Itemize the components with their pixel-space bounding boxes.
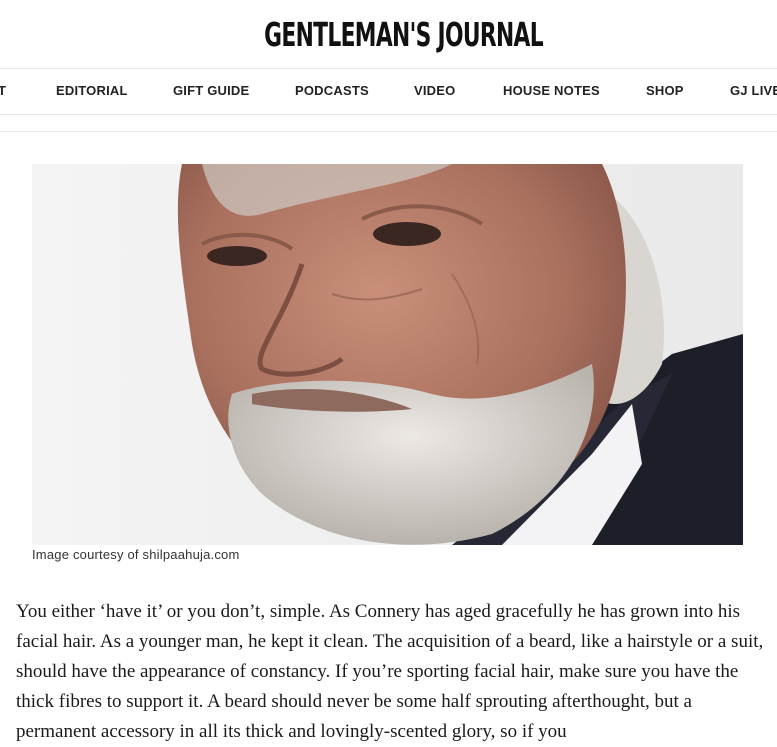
portrait-illustration: [32, 164, 743, 545]
nav-item-editorial[interactable]: EDITORIAL: [56, 69, 128, 114]
main-nav: T EDITORIAL GIFT GUIDE PODCASTS VIDEO HO…: [0, 69, 777, 115]
masthead: GENTLEMAN'S JOURNAL: [0, 0, 777, 69]
site-logo[interactable]: GENTLEMAN'S JOURNAL: [264, 14, 543, 54]
subnav-divider: [0, 115, 777, 132]
article-paragraph: You either ‘have it’ or you don’t, simpl…: [16, 601, 764, 742]
nav-item-gj-live[interactable]: GJ LIVE: [730, 69, 777, 114]
nav-item-gift-guide[interactable]: GIFT GUIDE: [173, 69, 249, 114]
image-caption: Image courtesy of shilpaahuja.com: [32, 547, 240, 562]
nav-item-podcasts[interactable]: PODCASTS: [295, 69, 369, 114]
article-hero-image: [32, 164, 743, 545]
nav-item-house-notes[interactable]: HOUSE NOTES: [503, 69, 600, 114]
nav-item-partial[interactable]: T: [0, 69, 6, 114]
nav-item-shop[interactable]: SHOP: [646, 69, 684, 114]
nav-item-video[interactable]: VIDEO: [414, 69, 455, 114]
